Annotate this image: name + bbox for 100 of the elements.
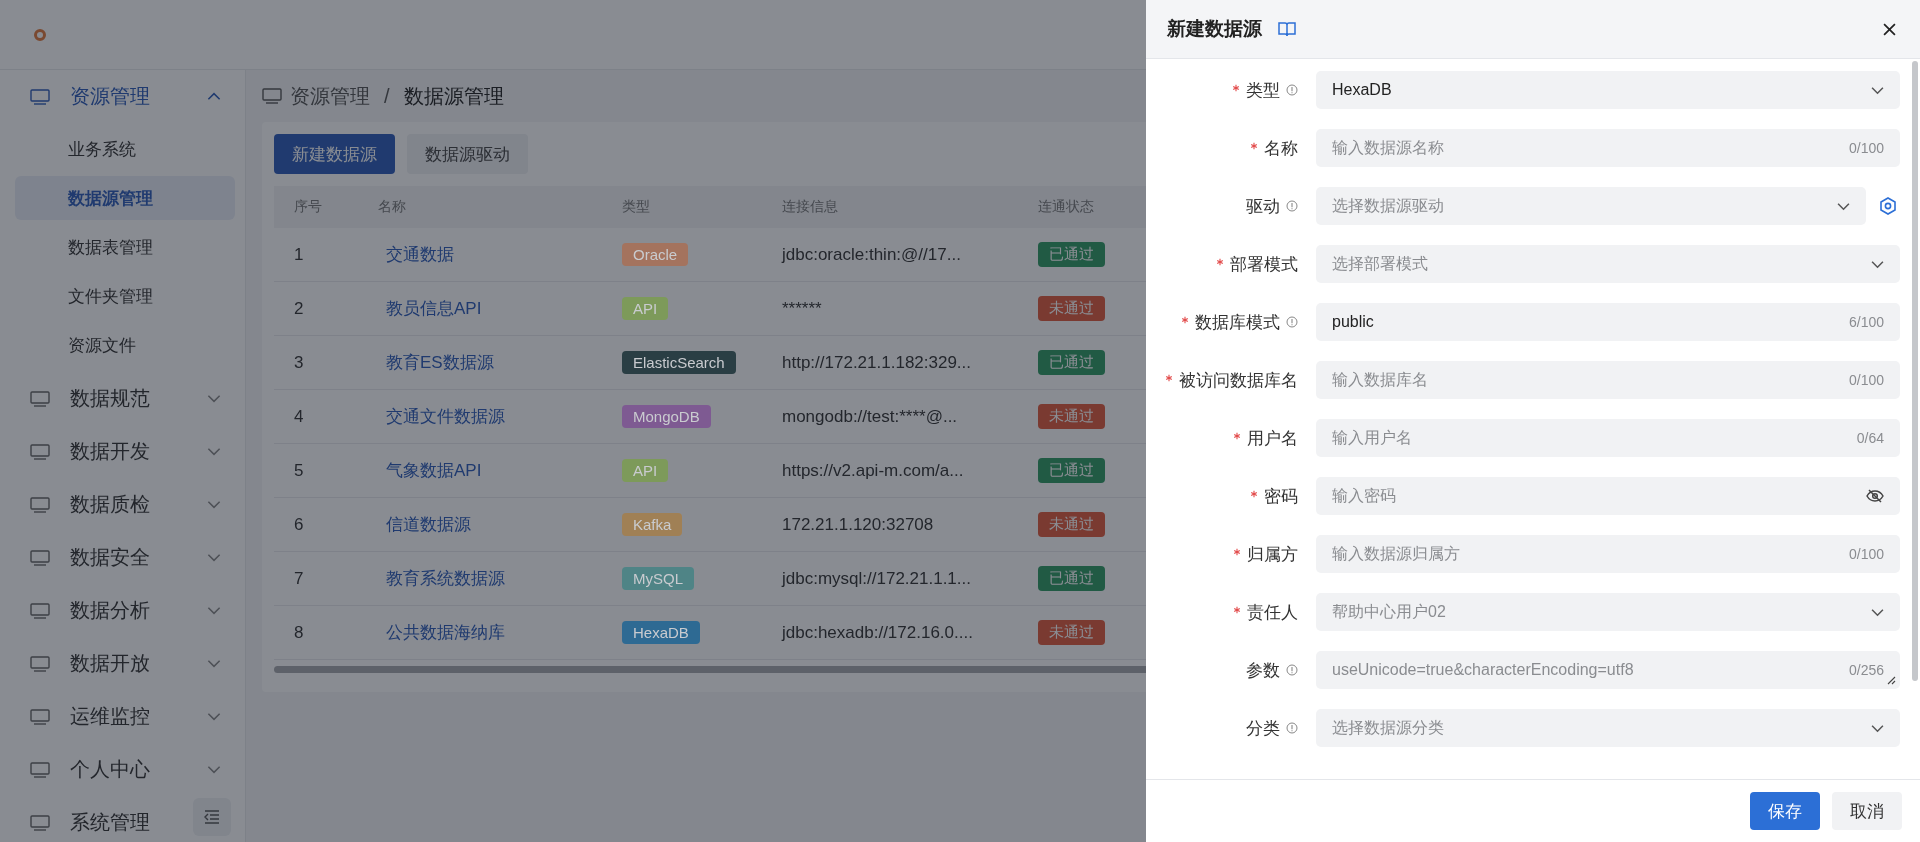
name-link[interactable]: 气象数据API — [386, 461, 482, 480]
field-label: 密码 — [1264, 485, 1298, 508]
chevron-icon — [207, 765, 221, 774]
table-cell: 6 — [294, 514, 304, 534]
chevron-icon — [1871, 85, 1884, 95]
scrollbar[interactable] — [1912, 61, 1918, 681]
monitor-icon — [30, 761, 50, 778]
chevron-icon — [207, 553, 221, 562]
status-tag: 未通过 — [1038, 512, 1105, 537]
monitor-icon — [30, 708, 50, 725]
menu-item[interactable]: 数据规范 — [0, 372, 245, 425]
cancel-button[interactable]: 取消 — [1832, 792, 1902, 830]
menu-item[interactable]: 数据安全 — [0, 531, 245, 584]
monitor-icon — [30, 655, 50, 672]
field-label: 归属方 — [1247, 543, 1298, 566]
chevron-icon — [1837, 201, 1850, 211]
name-link[interactable]: 信道数据源 — [386, 515, 471, 534]
text-area[interactable]: useUnicode=true&characterEncoding=utf8 0/256 — [1316, 651, 1900, 689]
chevron-icon — [207, 394, 221, 403]
type-tag: ElasticSearch — [622, 351, 736, 374]
monitor-icon — [30, 549, 50, 566]
menu-item[interactable]: 数据开发 — [0, 425, 245, 478]
table-cell: 1 — [294, 244, 304, 264]
field-label: 类型 — [1246, 79, 1280, 102]
type-tag: HexaDB — [622, 621, 700, 644]
column-header: 类型 — [621, 198, 651, 216]
monitor-icon — [30, 602, 50, 619]
book-icon[interactable] — [1278, 21, 1296, 37]
type-tag: Kafka — [622, 513, 683, 536]
table-cell: 2 — [294, 298, 304, 318]
chevron-icon — [1871, 723, 1884, 733]
select-field[interactable]: 选择数据源驱动 — [1316, 187, 1866, 225]
settings-icon[interactable] — [1878, 196, 1898, 216]
field-label: 被访问数据库名 — [1179, 369, 1298, 392]
hidden-eye-icon[interactable] — [1866, 489, 1884, 503]
name-link[interactable]: 交通文件数据源 — [386, 407, 505, 426]
chevron-icon — [207, 712, 221, 721]
menu-item[interactable]: 数据开放 — [0, 637, 245, 690]
field-label: 分类 — [1246, 717, 1280, 740]
column-header: 连通状态 — [1037, 198, 1095, 216]
menu-item[interactable]: 数据质检 — [0, 478, 245, 531]
field-label: 责任人 — [1247, 601, 1298, 624]
submenu-item[interactable]: 资源文件 — [15, 323, 235, 367]
chevron-icon — [207, 92, 221, 101]
breadcrumb-item: 数据源管理 — [403, 83, 504, 109]
select-field[interactable]: 选择部署模式 — [1316, 245, 1900, 283]
select-field[interactable]: 帮助中心用户02 — [1316, 593, 1900, 631]
monitor-icon — [30, 496, 50, 513]
collapse-sidebar-button[interactable] — [193, 798, 231, 836]
menu-item[interactable]: 数据分析 — [0, 584, 245, 637]
field-label: 数据库模式 — [1195, 311, 1280, 334]
save-button[interactable]: 保存 — [1750, 792, 1820, 830]
menu-item[interactable]: 资源管理 — [0, 70, 245, 123]
input-field[interactable]: 输入用户名 0/64 — [1316, 419, 1900, 457]
type-tag: MongoDB — [622, 405, 711, 428]
submenu-item[interactable]: 文件夹管理 — [15, 274, 235, 318]
submenu-item[interactable]: 数据表管理 — [15, 225, 235, 269]
submenu-item[interactable]: 业务系统 — [15, 127, 235, 171]
name-link[interactable]: 教育系统数据源 — [386, 569, 505, 588]
input-field[interactable]: 输入数据源归属方 0/100 — [1316, 535, 1900, 573]
breadcrumb-item[interactable]: 资源管理 — [290, 82, 370, 110]
type-tag: API — [622, 297, 669, 320]
field-label: 参数 — [1246, 659, 1280, 682]
menu-item[interactable]: 运维监控 — [0, 690, 245, 743]
input-field[interactable]: 输入数据库名 0/100 — [1316, 361, 1900, 399]
column-header: 序号 — [293, 198, 323, 216]
drawer-title: 新建数据源 — [1167, 17, 1262, 41]
select-field[interactable]: HexaDB — [1316, 71, 1900, 109]
name-link[interactable]: 交通数据 — [386, 245, 454, 264]
table-cell: 3 — [294, 352, 304, 372]
password-field[interactable]: 输入密码 — [1316, 477, 1900, 515]
table-cell: jdbc:hexadb://172.16.0.... — [782, 622, 973, 642]
status-tag: 未通过 — [1038, 296, 1105, 321]
field-label: 部署模式 — [1230, 253, 1298, 276]
status-tag: 未通过 — [1038, 404, 1105, 429]
create-button[interactable]: 新建数据源 — [274, 134, 395, 174]
monitor-icon — [30, 88, 50, 105]
monitor-icon — [30, 814, 50, 831]
menu-item[interactable]: 个人中心 — [0, 743, 245, 796]
input-field[interactable]: 输入数据源名称 0/100 — [1316, 129, 1900, 167]
chevron-icon — [207, 447, 221, 456]
driver-button[interactable]: 数据源驱动 — [407, 134, 528, 174]
input-field[interactable]: public 6/100 — [1316, 303, 1900, 341]
chevron-icon — [207, 606, 221, 615]
name-link[interactable]: 公共数据海纳库 — [386, 623, 505, 642]
resize-handle-icon[interactable] — [1886, 675, 1896, 685]
name-link[interactable]: 教育ES数据源 — [386, 353, 494, 372]
name-link[interactable]: 教员信息API — [386, 299, 482, 318]
status-tag: 已通过 — [1038, 350, 1105, 375]
chevron-icon — [207, 659, 221, 668]
table-cell: 4 — [294, 406, 304, 426]
submenu-item[interactable]: 数据源管理 — [15, 176, 235, 220]
monitor-icon — [262, 88, 282, 104]
monitor-icon — [30, 443, 50, 460]
close-icon[interactable] — [1883, 22, 1896, 36]
table-cell: mongodb://test:****@... — [782, 406, 958, 426]
select-field[interactable]: 选择数据源分类 — [1316, 709, 1900, 747]
table-cell: 8 — [294, 622, 304, 642]
status-tag: 已通过 — [1038, 566, 1105, 591]
table-cell: jdbc:oracle:thin:@//17... — [782, 244, 961, 264]
